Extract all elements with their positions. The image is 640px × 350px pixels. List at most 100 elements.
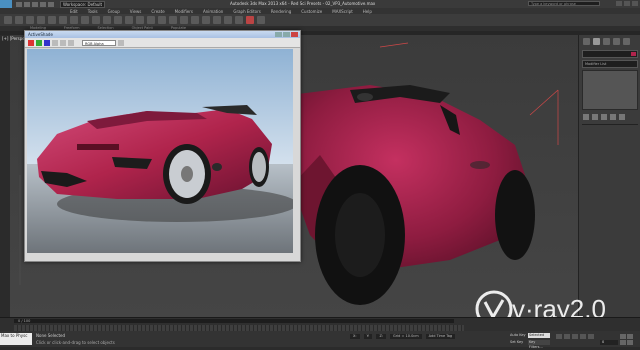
- auto-key-button[interactable]: Auto Key: [510, 333, 526, 337]
- undo-icon[interactable]: [4, 16, 12, 24]
- clear-icon[interactable]: [118, 39, 124, 46]
- app-logo[interactable]: [0, 0, 12, 8]
- menu-rendering[interactable]: Rendering: [271, 9, 291, 14]
- modify-tab-icon[interactable]: [593, 38, 600, 45]
- menu-customize[interactable]: Customize: [301, 9, 322, 14]
- vfb-maximize-button[interactable]: [283, 32, 290, 37]
- prompt-line: Click or click-and-drag to select object…: [36, 340, 115, 345]
- menu-graph-editors[interactable]: Graph Editors: [233, 9, 260, 14]
- go-to-start-icon[interactable]: [556, 334, 562, 339]
- curve-editor-icon[interactable]: [202, 16, 210, 24]
- close-button[interactable]: [632, 1, 638, 6]
- menu-maxscript[interactable]: MAXScript: [332, 9, 353, 14]
- save-icon[interactable]: [32, 1, 38, 7]
- motion-tab-icon[interactable]: [613, 38, 620, 45]
- menu-group[interactable]: Group: [108, 9, 120, 14]
- maximize-button[interactable]: [624, 1, 630, 6]
- redo-icon[interactable]: [48, 1, 54, 7]
- menu-modifiers[interactable]: Modifiers: [175, 9, 193, 14]
- maxscript-listener[interactable]: Max to Physc: [0, 333, 32, 345]
- scale-icon[interactable]: [114, 16, 122, 24]
- activeshade-window[interactable]: ActiveShade RGB Alpha: [24, 30, 301, 262]
- timeline[interactable]: 0 / 100: [0, 317, 640, 332]
- select-by-name-icon[interactable]: [70, 16, 78, 24]
- pin-stack-icon[interactable]: [583, 114, 589, 120]
- modifier-stack[interactable]: [582, 70, 638, 110]
- unlink-icon[interactable]: [37, 16, 45, 24]
- save-image-icon[interactable]: [68, 39, 74, 46]
- blue-channel-icon[interactable]: [44, 39, 50, 46]
- vfb-close-button[interactable]: [291, 32, 298, 37]
- redo-icon[interactable]: [15, 16, 23, 24]
- search-input[interactable]: Type a keyword or phrase: [528, 1, 600, 6]
- zoom-all-icon[interactable]: [627, 334, 633, 339]
- object-color-swatch[interactable]: [631, 52, 636, 56]
- pan-icon[interactable]: [620, 340, 626, 345]
- current-frame-field[interactable]: 0: [600, 340, 618, 345]
- workspace-dropdown[interactable]: Workspace: Default: [60, 0, 106, 8]
- x-coordinate[interactable]: X:: [350, 334, 360, 339]
- region-icon[interactable]: [81, 16, 89, 24]
- hierarchy-tab-icon[interactable]: [603, 38, 610, 45]
- minimize-button[interactable]: [616, 1, 622, 6]
- modifier-list-dropdown[interactable]: Modifier List: [582, 60, 638, 68]
- rotate-icon[interactable]: [103, 16, 111, 24]
- y-coordinate[interactable]: Y:: [363, 334, 373, 339]
- new-icon[interactable]: [16, 1, 22, 7]
- configure-sets-icon[interactable]: [619, 114, 625, 120]
- menu-help[interactable]: Help: [363, 9, 372, 14]
- mirror-icon[interactable]: [169, 16, 177, 24]
- show-end-result-icon[interactable]: [592, 114, 598, 120]
- green-channel-icon[interactable]: [36, 39, 42, 46]
- display-tab-icon[interactable]: [623, 38, 630, 45]
- align-icon[interactable]: [180, 16, 188, 24]
- move-icon[interactable]: [92, 16, 100, 24]
- previous-frame-icon[interactable]: [564, 334, 570, 339]
- open-icon[interactable]: [24, 1, 30, 7]
- play-icon[interactable]: [572, 334, 578, 339]
- vfb-title: ActiveShade: [28, 32, 53, 37]
- menu-views[interactable]: Views: [130, 9, 142, 14]
- render-setup-icon[interactable]: [235, 16, 243, 24]
- material-editor-icon[interactable]: [224, 16, 232, 24]
- mono-icon[interactable]: [60, 39, 66, 46]
- set-key-button[interactable]: Set Key: [510, 340, 523, 344]
- alpha-channel-icon[interactable]: [52, 39, 58, 46]
- schematic-icon[interactable]: [213, 16, 221, 24]
- z-coordinate[interactable]: Z:: [376, 334, 387, 339]
- go-to-end-icon[interactable]: [588, 334, 594, 339]
- next-frame-icon[interactable]: [580, 334, 586, 339]
- red-channel-icon[interactable]: [28, 39, 34, 46]
- add-time-tag[interactable]: Add Time Tag: [425, 334, 456, 339]
- menu-animation[interactable]: Animation: [203, 9, 223, 14]
- menu-create[interactable]: Create: [151, 9, 164, 14]
- percent-snap-icon[interactable]: [158, 16, 166, 24]
- menu-edit[interactable]: Edit: [70, 9, 78, 14]
- pivot-icon[interactable]: [125, 16, 133, 24]
- zoom-icon[interactable]: [620, 334, 626, 339]
- select-icon[interactable]: [59, 16, 67, 24]
- link-icon[interactable]: [26, 16, 34, 24]
- auto-key-selection[interactable]: Selected: [528, 333, 550, 338]
- key-filters-button[interactable]: Key Filters...: [528, 340, 550, 349]
- grid-size: Grid = 10.0cm: [390, 334, 422, 339]
- channel-dropdown[interactable]: RGB Alpha: [82, 39, 116, 46]
- render-icon[interactable]: [257, 16, 265, 24]
- object-name-field[interactable]: [582, 50, 638, 58]
- vfb-window-controls: [275, 32, 298, 37]
- angle-snap-icon[interactable]: [147, 16, 155, 24]
- menu-tools[interactable]: Tools: [88, 9, 98, 14]
- undo-icon[interactable]: [40, 1, 46, 7]
- create-tab-icon[interactable]: [583, 38, 590, 45]
- vfb-minimize-button[interactable]: [275, 32, 282, 37]
- time-slider[interactable]: 0 / 100: [14, 319, 454, 323]
- layer-icon[interactable]: [191, 16, 199, 24]
- bind-icon[interactable]: [48, 16, 56, 24]
- orbit-icon[interactable]: [627, 340, 633, 345]
- window-controls: [616, 1, 638, 6]
- snap-icon[interactable]: [136, 16, 144, 24]
- vfb-title-bar[interactable]: ActiveShade: [25, 31, 300, 38]
- render-frame-icon[interactable]: [246, 16, 254, 24]
- remove-modifier-icon[interactable]: [610, 114, 616, 120]
- make-unique-icon[interactable]: [601, 114, 607, 120]
